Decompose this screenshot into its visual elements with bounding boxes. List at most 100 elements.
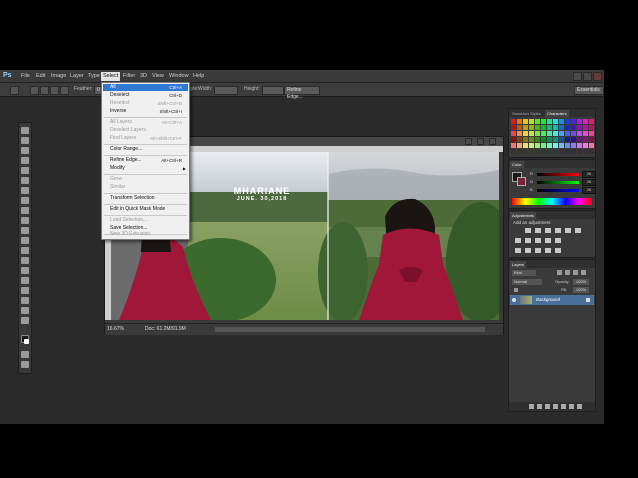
- swatch[interactable]: [571, 125, 576, 130]
- swatch[interactable]: [541, 131, 546, 136]
- width-input[interactable]: [214, 86, 238, 95]
- menu-edit[interactable]: Edit: [34, 72, 47, 81]
- maximize-button[interactable]: [583, 72, 592, 81]
- height-input[interactable]: [262, 86, 284, 95]
- swatch[interactable]: [511, 149, 516, 154]
- swatch[interactable]: [553, 137, 558, 142]
- swatch[interactable]: [523, 119, 528, 124]
- swatch[interactable]: [559, 131, 564, 136]
- lock-icon[interactable]: [514, 288, 518, 292]
- swatch[interactable]: [535, 137, 540, 142]
- new-group-icon[interactable]: [561, 404, 566, 409]
- swatch[interactable]: [565, 131, 570, 136]
- eye-icon[interactable]: [512, 298, 516, 302]
- menu-image[interactable]: Image: [49, 72, 68, 81]
- swatch[interactable]: [517, 119, 522, 124]
- tab-characters[interactable]: Characters: [545, 110, 569, 117]
- path-select-tool-icon[interactable]: [21, 287, 29, 294]
- background-swatch[interactable]: [517, 177, 526, 186]
- menu-item-inverse[interactable]: Inverse Shift+Ctrl+I: [103, 108, 188, 115]
- swatch[interactable]: [517, 131, 522, 136]
- swatch[interactable]: [553, 149, 558, 154]
- type-tool-icon[interactable]: [21, 277, 29, 284]
- swatch[interactable]: [547, 119, 552, 124]
- swatch[interactable]: [523, 149, 528, 154]
- menu-item-color-range[interactable]: Color Range...: [103, 146, 188, 153]
- swatch[interactable]: [541, 125, 546, 130]
- swatch[interactable]: [523, 137, 528, 142]
- intersect-selection-icon[interactable]: [60, 86, 69, 95]
- delete-layer-icon[interactable]: [577, 404, 582, 409]
- blend-mode-select[interactable]: Normal: [512, 279, 542, 285]
- selective-color-icon[interactable]: [555, 248, 561, 253]
- red-value[interactable]: 26: [582, 171, 596, 178]
- swatch[interactable]: [589, 119, 594, 124]
- history-brush-tool-icon[interactable]: [21, 217, 29, 224]
- blue-slider[interactable]: [537, 189, 579, 192]
- swatch-grid[interactable]: [511, 119, 594, 155]
- curves-icon[interactable]: [545, 228, 551, 233]
- menu-select[interactable]: Select: [101, 72, 121, 81]
- swatch[interactable]: [529, 143, 534, 148]
- move-tool-icon[interactable]: [21, 127, 29, 134]
- doc-minimize-button[interactable]: [465, 138, 472, 145]
- swatch[interactable]: [547, 137, 552, 142]
- swatch[interactable]: [559, 143, 564, 148]
- swatch[interactable]: [571, 137, 576, 142]
- menu-file[interactable]: File: [19, 72, 32, 81]
- menu-item-transform-selection[interactable]: Transform Selection: [103, 195, 188, 202]
- swatch[interactable]: [571, 119, 576, 124]
- menu-item-reselect[interactable]: Reselect Shift+Ctrl+D: [103, 100, 188, 107]
- swatch[interactable]: [535, 149, 540, 154]
- color-spectrum[interactable]: [512, 198, 592, 205]
- filter-pixel-icon[interactable]: [557, 270, 562, 275]
- layer-row[interactable]: Background: [510, 295, 594, 305]
- workspace-select[interactable]: Essentials: [574, 86, 604, 95]
- doc-maximize-button[interactable]: [477, 138, 484, 145]
- dodge-tool-icon[interactable]: [21, 257, 29, 264]
- link-layers-icon[interactable]: [529, 404, 534, 409]
- tab-styles[interactable]: Styles: [528, 110, 543, 117]
- eyedropper-tool-icon[interactable]: [21, 177, 29, 184]
- menu-item-new-3d-extrusion[interactable]: New 3D Extrusion: [103, 231, 188, 238]
- swatch[interactable]: [529, 137, 534, 142]
- swatch[interactable]: [553, 131, 558, 136]
- menu-item-all[interactable]: All Ctrl+A: [103, 84, 188, 91]
- swatch[interactable]: [517, 149, 522, 154]
- swatch[interactable]: [577, 137, 582, 142]
- swatch[interactable]: [583, 137, 588, 142]
- menu-3d[interactable]: 3D: [138, 72, 149, 81]
- quick-select-tool-icon[interactable]: [21, 157, 29, 164]
- swatch[interactable]: [559, 149, 564, 154]
- swatch[interactable]: [541, 137, 546, 142]
- black-white-icon[interactable]: [525, 238, 531, 243]
- menu-view[interactable]: View: [150, 72, 166, 81]
- swatch[interactable]: [529, 149, 534, 154]
- levels-icon[interactable]: [535, 228, 541, 233]
- invert-icon[interactable]: [515, 248, 521, 253]
- menu-item-deselect-layers[interactable]: Deselect Layers: [103, 127, 188, 134]
- swatch[interactable]: [511, 143, 516, 148]
- swatch[interactable]: [589, 143, 594, 148]
- marquee-tool-icon[interactable]: [10, 86, 19, 95]
- screen-mode-icon[interactable]: [21, 361, 29, 368]
- hand-tool-icon[interactable]: [21, 307, 29, 314]
- swatch[interactable]: [541, 143, 546, 148]
- vibrance-icon[interactable]: [565, 228, 571, 233]
- minimize-button[interactable]: [573, 72, 582, 81]
- swatch[interactable]: [529, 119, 534, 124]
- swatch[interactable]: [583, 131, 588, 136]
- new-selection-icon[interactable]: [30, 86, 39, 95]
- swatch[interactable]: [571, 143, 576, 148]
- gradient-map-icon[interactable]: [545, 248, 551, 253]
- zoom-level[interactable]: 16.67%: [107, 326, 124, 333]
- swatch[interactable]: [589, 137, 594, 142]
- swatch[interactable]: [511, 125, 516, 130]
- swatch[interactable]: [553, 125, 558, 130]
- pen-tool-icon[interactable]: [21, 267, 29, 274]
- gradient-tool-icon[interactable]: [21, 237, 29, 244]
- brightness-icon[interactable]: [525, 228, 531, 233]
- opacity-input[interactable]: 100%: [573, 279, 589, 285]
- close-button[interactable]: [593, 72, 602, 81]
- menu-help[interactable]: Help: [191, 72, 206, 81]
